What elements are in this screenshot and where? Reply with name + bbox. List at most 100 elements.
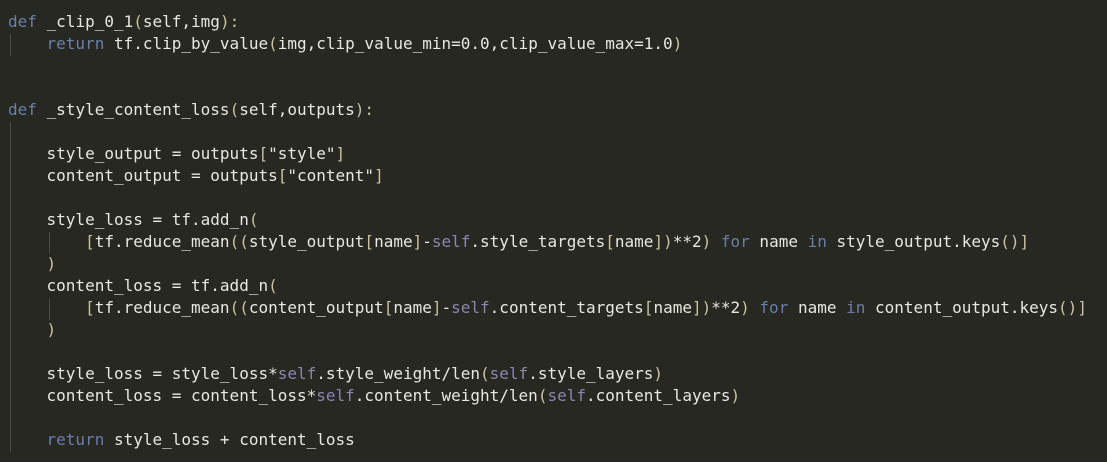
code-line-11: )	[8, 319, 57, 341]
code-token: content_output = outputs	[8, 166, 278, 185]
code-token: **2	[672, 232, 702, 251]
code-token: for	[720, 232, 750, 251]
code-token: ):	[219, 12, 240, 31]
code-token: name	[614, 232, 654, 251]
code-token: (	[248, 210, 259, 229]
code-token: content_loss = tf.add_n	[8, 276, 269, 295]
code-token: style_loss + content_loss	[104, 430, 355, 449]
code-token: (	[229, 100, 240, 119]
code-token: content_output.keys	[865, 298, 1059, 317]
code-token: name	[374, 232, 413, 251]
code-token: .content_layers	[585, 386, 731, 405]
code-token: [	[258, 144, 269, 163]
code-token: ]	[431, 298, 442, 317]
code-token: [	[643, 298, 654, 317]
code-token: self	[277, 364, 317, 383]
code-editor[interactable]: def _clip_0_1(self,img): return tf.clip_…	[0, 0, 1107, 462]
code-token: style_output.keys	[826, 232, 1001, 251]
code-token: [	[605, 232, 615, 251]
code-token: return	[46, 430, 105, 449]
code-line-2: return tf.clip_by_value(img,clip_value_m…	[8, 33, 683, 55]
code-line-12: style_loss = style_loss*self.style_weigh…	[8, 363, 664, 385]
code-token: ((	[229, 298, 249, 317]
code-token: **2	[711, 298, 741, 317]
code-token: -	[422, 232, 432, 251]
code-token: ]	[374, 166, 384, 185]
code-token: style_loss = tf.add_n	[8, 210, 249, 229]
code-token: self,outputs	[239, 100, 355, 119]
code-line-1: def _clip_0_1(self,img):	[8, 11, 239, 33]
code-token: (	[480, 364, 490, 383]
code-token: content_output	[248, 298, 384, 317]
code-token: in	[846, 298, 866, 317]
code-token: tf.reduce_mean	[94, 298, 230, 317]
code-token: ])	[653, 232, 673, 251]
code-token: "style"	[268, 144, 336, 163]
code-token: style_output = outputs	[8, 144, 259, 163]
code-token: self	[316, 386, 355, 405]
code-token: name	[393, 298, 432, 317]
code-token: in	[807, 232, 827, 251]
code-token: ((	[229, 232, 249, 251]
code-token: .content_targets	[489, 298, 644, 317]
code-token: .style_weight/len	[316, 364, 481, 383]
code-token: def	[8, 100, 37, 119]
code-token: (	[537, 386, 548, 405]
code-token: tf.clip_by_value	[104, 34, 269, 53]
code-token: img,clip_value_min=0.0,clip_value_max=1.…	[277, 34, 673, 53]
code-token: )	[740, 298, 750, 317]
code-line-4: style_output = outputs["style"]	[8, 143, 346, 165]
code-token: ()]	[1000, 232, 1030, 251]
code-token: self	[451, 298, 490, 317]
code-token: self	[489, 364, 529, 383]
code-token: def	[8, 12, 37, 31]
code-token: (	[133, 12, 143, 31]
code-token: [	[85, 298, 95, 317]
code-token: [	[85, 232, 95, 251]
code-token: [	[277, 166, 288, 185]
code-token: "content"	[287, 166, 375, 185]
code-token: [	[383, 298, 394, 317]
code-token: _clip_0_1	[36, 12, 134, 31]
code-token: (	[268, 276, 278, 295]
code-token: style_output	[248, 232, 365, 251]
code-token: )	[46, 320, 57, 339]
code-token: self	[431, 232, 471, 251]
code-line-5: content_output = outputs["content"]	[8, 165, 384, 187]
code-token: ()]	[1058, 298, 1087, 317]
code-token: ):	[354, 100, 375, 119]
code-token: )	[701, 232, 712, 251]
code-token: )	[653, 364, 664, 383]
code-token: name	[788, 298, 847, 317]
code-token: tf.reduce_mean	[94, 232, 230, 251]
code-line-9: content_loss = tf.add_n(	[8, 275, 278, 297]
code-token: (	[268, 34, 278, 53]
code-token: for	[759, 298, 789, 317]
code-token: self,img	[142, 12, 220, 31]
code-token: -	[441, 298, 452, 317]
code-token: self	[547, 386, 586, 405]
code-token: name	[653, 298, 692, 317]
code-token: .content_weight/len	[354, 386, 538, 405]
code-token: ]	[412, 232, 423, 251]
code-token: content_loss = content_loss*	[8, 386, 317, 405]
code-token: )	[672, 34, 683, 53]
code-token: ])	[691, 298, 712, 317]
code-line-6: style_loss = tf.add_n(	[8, 209, 259, 231]
code-token: )	[46, 254, 57, 273]
code-token: _style_content_loss	[36, 100, 230, 119]
code-line-8: )	[8, 253, 57, 275]
code-token: .style_targets	[470, 232, 606, 251]
code-line-3: def _style_content_loss(self,outputs):	[8, 99, 374, 121]
code-token: [	[364, 232, 375, 251]
code-line-10: [tf.reduce_mean((content_output[name]-se…	[8, 297, 1087, 319]
code-token: .style_layers	[528, 364, 654, 383]
code-token: )	[730, 386, 741, 405]
